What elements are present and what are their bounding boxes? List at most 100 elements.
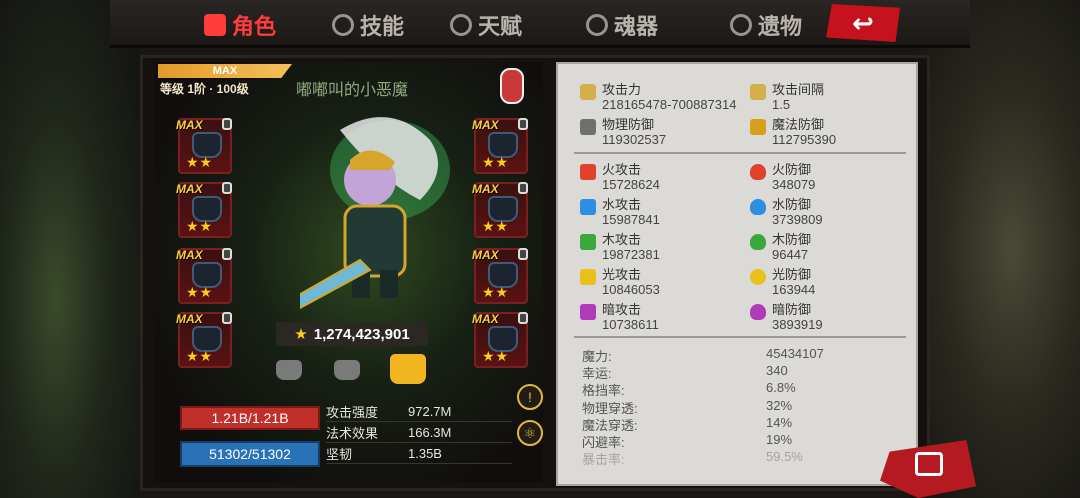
equip-slot-leggings[interactable]: MAX ★★ bbox=[472, 312, 528, 368]
stat-water-attack: 水攻击 15987841 bbox=[580, 195, 750, 230]
lock-icon bbox=[518, 312, 528, 324]
stat-name: 魔法防御 bbox=[772, 117, 825, 132]
stat-water-defense: 水防御 3739809 bbox=[750, 195, 910, 230]
star-rating: ★★ bbox=[186, 348, 214, 364]
stat-attack-interval: 攻击间隔 1.5 bbox=[750, 80, 910, 115]
stats-panel: 攻击力 218165478-700887314 攻击间隔 1.5 物理防御 11… bbox=[556, 62, 918, 486]
hero-name: 嘟嘟叫的小恶魔 bbox=[296, 82, 409, 99]
equip-slot-belt[interactable]: MAX ★★ bbox=[472, 248, 528, 304]
star-rating: ★★ bbox=[186, 284, 214, 300]
list-value: 32% bbox=[766, 397, 793, 413]
mini-stats: 攻击强度 972.7M 法术效果 166.3M 坚韧 1.35B bbox=[326, 401, 512, 464]
stat-value: 1.5 bbox=[772, 97, 791, 112]
tab-relic[interactable]: 遗物 bbox=[730, 8, 802, 42]
equip-slot-weapon[interactable]: MAX ★★ bbox=[176, 248, 232, 304]
stat-physical-defense: 物理防御 119302537 bbox=[580, 115, 750, 150]
stat-fire-attack: 火攻击 15728624 bbox=[580, 160, 750, 195]
armor-stage-1-icon[interactable] bbox=[276, 360, 302, 380]
max-badge: MAX bbox=[176, 312, 203, 326]
list-item: 魔力: 45434107 bbox=[582, 346, 902, 364]
stat-value: 10846053 bbox=[602, 282, 660, 297]
mini-stat-label: 攻击强度 bbox=[326, 404, 379, 420]
hero-portrait[interactable] bbox=[300, 110, 460, 310]
sword-icon bbox=[580, 84, 596, 100]
list-value: 340 bbox=[766, 363, 788, 379]
atom-icon[interactable]: ⚛ bbox=[517, 420, 543, 446]
lock-icon bbox=[518, 118, 528, 130]
stat-fire-defense: 火防御 348079 bbox=[750, 160, 910, 195]
star-icon: ★ bbox=[294, 326, 308, 343]
mini-stat-value: 166.3M bbox=[408, 424, 452, 440]
shield-icon bbox=[580, 119, 596, 135]
equip-slot-shoulder[interactable]: MAX ★★ bbox=[176, 182, 232, 238]
fire-shield-icon bbox=[750, 164, 766, 180]
tab-soul[interactable]: 魂器 bbox=[586, 8, 658, 42]
stat-value: 15728624 bbox=[602, 177, 660, 192]
mini-stat-value: 1.35B bbox=[408, 445, 442, 461]
list-value: 19% bbox=[766, 431, 793, 447]
tab-talent[interactable]: 天赋 bbox=[450, 8, 522, 42]
mini-stat-row: 坚韧 1.35B bbox=[326, 443, 512, 464]
dark-shield-icon bbox=[750, 304, 766, 320]
stat-name: 暗防御 bbox=[772, 302, 812, 317]
star-rating: ★★ bbox=[482, 218, 510, 234]
lock-icon bbox=[222, 312, 232, 324]
stat-value: 96447 bbox=[772, 247, 809, 262]
stat-value: 10738611 bbox=[602, 317, 659, 332]
equip-slot-helmet[interactable]: MAX ★★ bbox=[176, 118, 232, 174]
tab-skills-label: 技能 bbox=[360, 14, 405, 39]
list-value: 59.5% bbox=[766, 449, 803, 465]
list-item: 魔法穿透: 14% bbox=[582, 415, 902, 433]
fire-sword-icon bbox=[580, 164, 596, 180]
tab-character[interactable]: 角色 bbox=[204, 8, 276, 42]
exclamation-icon[interactable]: ! bbox=[517, 384, 543, 410]
list-item: 物理穿透: 32% bbox=[582, 397, 902, 416]
main-stats-grid: 攻击力 218165478-700887314 攻击间隔 1.5 物理防御 11… bbox=[580, 80, 910, 150]
light-sword-icon bbox=[580, 269, 596, 285]
stat-value: 218165478-700887314 bbox=[602, 97, 737, 112]
water-sword-icon bbox=[580, 199, 596, 215]
magic-shield-icon bbox=[750, 119, 766, 135]
stat-value: 19872381 bbox=[602, 247, 660, 262]
list-label: 格挡率: bbox=[582, 383, 625, 399]
background-left bbox=[0, 0, 140, 498]
level-max-bar: MAX bbox=[158, 64, 292, 78]
lock-icon bbox=[518, 248, 528, 260]
armor-stage-3-icon[interactable] bbox=[390, 354, 426, 384]
equip-slot-boots[interactable]: MAX ★★ bbox=[176, 312, 232, 368]
stat-dark-attack: 暗攻击 10738611 bbox=[580, 300, 750, 335]
tab-relic-label: 遗物 bbox=[758, 14, 803, 39]
lock-icon bbox=[222, 182, 232, 194]
tab-soul-label: 魂器 bbox=[614, 14, 659, 39]
light-shield-icon bbox=[750, 269, 766, 285]
mini-stat-value: 972.7M bbox=[408, 403, 452, 419]
max-badge: MAX bbox=[472, 118, 499, 132]
back-button[interactable]: ↩ bbox=[826, 4, 900, 42]
combat-power: ★ 1,274,423,901 bbox=[276, 322, 428, 346]
armor-stage-2-icon[interactable] bbox=[334, 360, 360, 380]
list-value: 6.8% bbox=[766, 380, 796, 396]
crown-icon bbox=[204, 14, 226, 36]
soul-icon bbox=[586, 14, 608, 36]
equip-slot-gloves[interactable]: MAX ★★ bbox=[472, 118, 528, 174]
max-badge: MAX bbox=[472, 312, 499, 326]
stat-name: 光防御 bbox=[772, 267, 812, 282]
mini-stat-row: 法术效果 166.3M bbox=[326, 422, 512, 443]
wood-sword-icon bbox=[580, 234, 596, 250]
stat-name: 水攻击 bbox=[602, 197, 642, 212]
star-rating: ★★ bbox=[482, 348, 510, 364]
tab-talent-label: 天赋 bbox=[478, 14, 523, 39]
potion-icon[interactable] bbox=[500, 68, 524, 104]
list-label: 幸运: bbox=[582, 366, 612, 382]
stat-value: 163944 bbox=[772, 282, 816, 297]
tab-skills[interactable]: 技能 bbox=[332, 8, 404, 42]
stat-name: 木攻击 bbox=[602, 232, 642, 247]
secondary-stats-list: 魔力: 45434107 幸运: 340 格挡率: 6.8% 物理穿透: 32%… bbox=[582, 346, 902, 467]
star-rating: ★★ bbox=[186, 154, 214, 170]
list-label: 魔力: bbox=[582, 349, 612, 364]
equip-slot-armor[interactable]: MAX ★★ bbox=[472, 182, 528, 238]
stat-name: 暗攻击 bbox=[602, 302, 642, 317]
max-badge: MAX bbox=[472, 248, 499, 262]
speed-icon bbox=[750, 84, 766, 100]
max-badge: MAX bbox=[176, 118, 203, 132]
